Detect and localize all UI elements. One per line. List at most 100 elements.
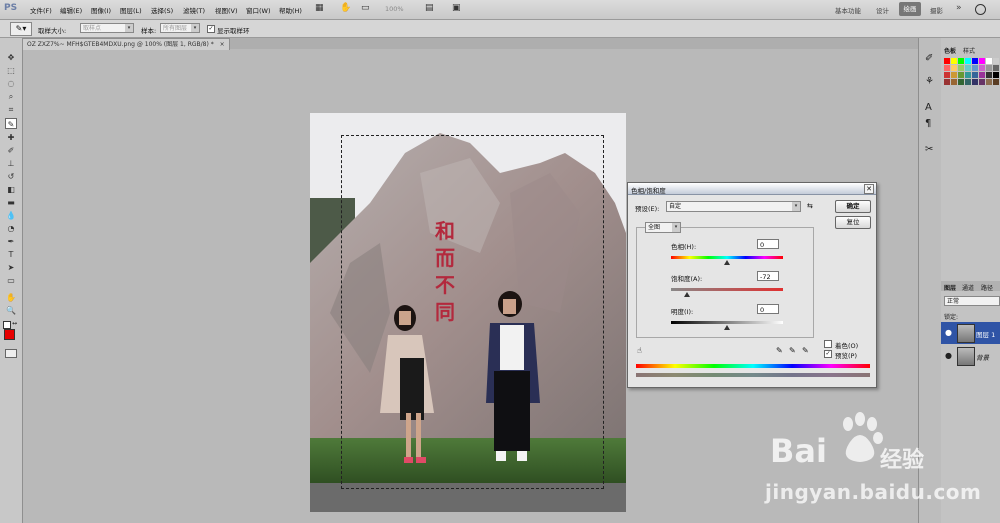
workspace-design[interactable]: 设计	[876, 5, 889, 15]
menu-help[interactable]: 帮助(H)	[279, 5, 302, 15]
path-select-tool-icon[interactable]: ➤	[5, 262, 17, 273]
tool-presets-icon[interactable]: ✂	[925, 144, 933, 155]
color-swatch[interactable]	[972, 72, 978, 78]
sample-size-select[interactable]: 取样点 ▾	[80, 23, 134, 33]
saturation-slider[interactable]	[671, 288, 783, 291]
preset-select[interactable]: 自定 ▾	[666, 201, 801, 212]
move-tool-icon[interactable]: ✥	[5, 52, 17, 63]
color-swatch[interactable]	[979, 65, 985, 71]
visibility-eye-icon[interactable]: ●	[945, 328, 952, 337]
history-brush-tool-icon[interactable]: ↺	[5, 171, 17, 182]
color-swatch[interactable]	[944, 72, 950, 78]
color-swatch[interactable]	[944, 79, 950, 85]
lightness-slider[interactable]	[671, 321, 783, 324]
hue-slider-thumb[interactable]	[724, 260, 730, 265]
color-swatch[interactable]	[951, 65, 957, 71]
show-ring-checkbox[interactable]: ✓	[207, 25, 215, 33]
workspace-painting[interactable]: 绘画	[899, 2, 921, 16]
color-swatch[interactable]	[958, 72, 964, 78]
eyedropper-preset-icon[interactable]: ✎▾	[10, 22, 32, 36]
eyedropper-minus-icon[interactable]: ✎	[802, 346, 809, 355]
saturation-slider-thumb[interactable]	[684, 292, 690, 297]
color-swatch[interactable]	[986, 58, 992, 64]
quick-mask-icon[interactable]	[5, 349, 17, 358]
color-swatch[interactable]	[951, 58, 957, 64]
tab-paths[interactable]: 路径	[981, 283, 993, 292]
workspace-essentials[interactable]: 基本功能	[835, 5, 861, 15]
layer-row-layer1[interactable]: ● 图层 1	[941, 322, 1000, 344]
arrange-icon[interactable]: ▤	[425, 3, 434, 15]
workspace-photography[interactable]: 摄影	[930, 5, 943, 15]
menu-file[interactable]: 文件(F)	[30, 5, 52, 15]
lasso-tool-icon[interactable]: ◌	[5, 78, 17, 89]
visibility-eye-icon[interactable]: ●	[945, 351, 952, 360]
menu-layer[interactable]: 图层(L)	[120, 5, 142, 15]
color-swatch[interactable]	[993, 72, 999, 78]
gradient-tool-icon[interactable]: ▬	[5, 197, 17, 208]
tab-channels[interactable]: 通道	[962, 283, 974, 292]
menu-image[interactable]: 图像(I)	[91, 5, 111, 15]
hand-icon[interactable]: ✋	[340, 3, 351, 15]
quick-select-tool-icon[interactable]: ⌕	[5, 91, 17, 102]
dodge-tool-icon[interactable]: ◔	[5, 223, 17, 234]
brush-presets-icon[interactable]: ✐	[925, 53, 933, 64]
color-swatch[interactable]	[979, 79, 985, 85]
colorize-checkbox[interactable]	[824, 340, 832, 348]
character-icon[interactable]: A	[925, 102, 932, 113]
clone-source-icon[interactable]: ⚘	[925, 76, 934, 87]
cs-live-icon[interactable]	[975, 4, 986, 15]
reset-button[interactable]: 复位	[835, 216, 871, 229]
eraser-tool-icon[interactable]: ◧	[5, 184, 17, 195]
menu-select[interactable]: 选择(S)	[151, 5, 173, 15]
swatches-grid[interactable]	[944, 58, 1000, 104]
default-colors-icon[interactable]	[3, 321, 11, 329]
menu-filter[interactable]: 滤镜(T)	[183, 5, 205, 15]
color-swatch[interactable]	[993, 58, 999, 64]
color-swatch[interactable]	[958, 79, 964, 85]
color-swatch[interactable]	[965, 79, 971, 85]
sample-select[interactable]: 所有图层 ▾	[160, 23, 200, 33]
color-swatch[interactable]	[958, 65, 964, 71]
tab-layers[interactable]: 图层	[944, 283, 956, 292]
color-swatch[interactable]	[944, 65, 950, 71]
color-swatch[interactable]	[951, 72, 957, 78]
swap-colors-icon[interactable]: ↔	[12, 320, 17, 327]
menu-window[interactable]: 窗口(W)	[246, 5, 271, 15]
lightness-slider-thumb[interactable]	[724, 325, 730, 330]
layer-row-background[interactable]: ● 背景	[941, 345, 1000, 367]
dialog-title-bar[interactable]: 色相/饱和度 ✕	[628, 183, 876, 195]
eyedropper-tool-icon[interactable]: ✎	[5, 118, 17, 129]
paragraph-icon[interactable]: ¶	[925, 118, 931, 129]
color-swatch[interactable]	[986, 79, 992, 85]
hand-tool-icon[interactable]: ✋	[5, 292, 17, 303]
color-swatch[interactable]	[944, 58, 950, 64]
close-icon[interactable]: ✕	[864, 184, 874, 194]
color-swatch[interactable]	[979, 72, 985, 78]
color-swatch[interactable]	[986, 65, 992, 71]
color-swatch[interactable]	[979, 58, 985, 64]
color-swatch[interactable]	[972, 65, 978, 71]
target-adjustment-icon[interactable]: ☝	[637, 346, 642, 355]
ok-button[interactable]: 确定	[835, 200, 871, 213]
layout-icon[interactable]: ▦	[315, 3, 324, 15]
tab-styles[interactable]: 样式	[963, 46, 975, 55]
screen-mode-icon[interactable]: ▣	[452, 3, 461, 15]
foreground-color-swatch[interactable]	[4, 329, 15, 340]
brush-tool-icon[interactable]: ✐	[5, 145, 17, 156]
healing-tool-icon[interactable]: ✚	[5, 132, 17, 143]
menu-edit[interactable]: 编辑(E)	[60, 5, 82, 15]
shape-tool-icon[interactable]: ▭	[5, 275, 17, 286]
eyedropper-icon[interactable]: ✎	[776, 346, 783, 355]
color-swatch[interactable]	[986, 72, 992, 78]
preset-options-icon[interactable]: ⇆	[807, 202, 813, 210]
crop-tool-icon[interactable]: ⌗	[5, 104, 17, 115]
workspace-more[interactable]: »	[956, 3, 962, 13]
marquee-tool-icon[interactable]: ⬚	[5, 65, 17, 76]
tab-swatches[interactable]: 色板	[944, 46, 956, 55]
channel-select[interactable]: 全图 ▾	[645, 222, 681, 233]
zoom-tool-icon[interactable]: 🔍	[5, 305, 17, 316]
close-icon[interactable]: ×	[220, 41, 225, 48]
hue-slider[interactable]	[671, 256, 783, 259]
color-swatch[interactable]	[993, 79, 999, 85]
type-tool-icon[interactable]: T	[5, 249, 17, 260]
